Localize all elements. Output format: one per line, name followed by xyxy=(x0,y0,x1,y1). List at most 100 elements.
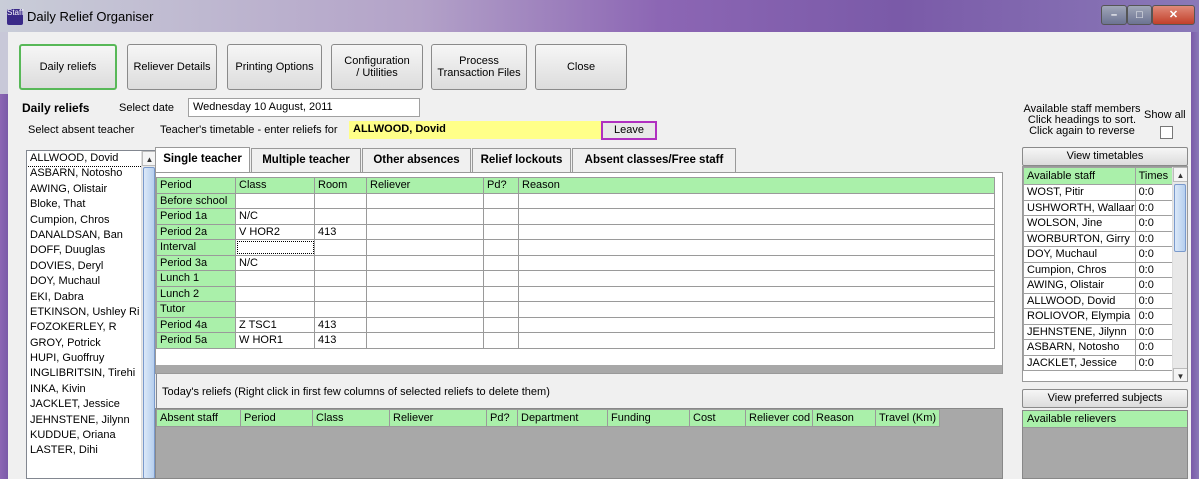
staff-times-cell[interactable]: 0:0 xyxy=(1134,246,1177,263)
room-cell[interactable]: 413 xyxy=(314,316,367,333)
staff-name-cell[interactable]: USHWORTH, Wallaar xyxy=(1023,199,1136,216)
staff-name-cell[interactable]: Cumpion, Chros xyxy=(1023,261,1136,278)
table-row[interactable]: WOST, Pitir 0:0 xyxy=(1023,184,1177,201)
col-travel[interactable]: Travel (Km) xyxy=(875,409,940,427)
list-item[interactable]: ETKINSON, Ushley Ri xyxy=(27,305,156,320)
staff-name-cell[interactable]: WORBURTON, Girry xyxy=(1023,230,1136,247)
reason-cell[interactable] xyxy=(518,301,995,318)
table-row[interactable]: Before school xyxy=(156,192,995,209)
col-header-period[interactable]: Period xyxy=(156,177,236,194)
room-cell[interactable] xyxy=(314,192,367,209)
table-row[interactable]: Period 1a N/C xyxy=(156,208,995,225)
table-row[interactable]: Period 4a Z TSC1 413 xyxy=(156,316,995,333)
staff-times-cell[interactable]: 0:0 xyxy=(1134,261,1177,278)
table-row[interactable]: Period 3a N/C xyxy=(156,254,995,271)
room-cell[interactable] xyxy=(314,270,367,287)
col-header-class[interactable]: Class xyxy=(235,177,315,194)
reliever-cell[interactable] xyxy=(366,270,484,287)
close-button[interactable]: Close xyxy=(535,44,627,90)
col-header-reason[interactable]: Reason xyxy=(518,177,995,194)
col-available-staff[interactable]: Available staff xyxy=(1023,167,1136,185)
staff-times-cell[interactable]: 0:0 xyxy=(1134,323,1177,340)
list-item[interactable]: DANALDSAN, Ban xyxy=(27,228,156,243)
table-row[interactable]: WORBURTON, Girry 0:0 xyxy=(1023,230,1177,247)
pd-cell[interactable] xyxy=(483,270,519,287)
col-cost[interactable]: Cost xyxy=(689,409,746,427)
reason-cell[interactable] xyxy=(518,270,995,287)
staff-name-cell[interactable]: WOST, Pitir xyxy=(1023,184,1136,201)
available-relievers-grid[interactable]: Available relievers xyxy=(1022,410,1188,479)
list-item[interactable]: INGLIBRITSIN, Tirehi xyxy=(27,366,156,381)
col-absent-staff[interactable]: Absent staff xyxy=(156,409,241,427)
tab-single-teacher[interactable]: Single teacher xyxy=(155,147,250,173)
process-transaction-files-button[interactable]: Process Transaction Files xyxy=(431,44,527,90)
table-row[interactable]: Period 5a W HOR1 413 xyxy=(156,332,995,349)
pd-cell[interactable] xyxy=(483,208,519,225)
period-cell[interactable]: Lunch 1 xyxy=(156,270,236,287)
tab-other-absences[interactable]: Other absences xyxy=(362,148,471,172)
table-row[interactable]: Interval xyxy=(156,239,995,256)
date-field[interactable]: Wednesday 10 August, 2011 xyxy=(188,98,420,117)
pd-cell[interactable] xyxy=(483,301,519,318)
list-item[interactable]: HUPI, Guoffruy xyxy=(27,351,156,366)
absent-list-scrollbar[interactable]: ▲ xyxy=(141,151,156,478)
period-cell[interactable]: Interval xyxy=(156,239,236,256)
scroll-down-icon[interactable]: ▼ xyxy=(1173,368,1187,381)
room-cell[interactable] xyxy=(314,285,367,302)
table-row[interactable]: Period 2a V HOR2 413 xyxy=(156,223,995,240)
tab-absent-classes[interactable]: Absent classes/Free staff xyxy=(572,148,736,172)
table-row[interactable]: DOY, Muchaul 0:0 xyxy=(1023,246,1177,263)
staff-name-cell[interactable]: WOLSON, Jine xyxy=(1023,215,1136,232)
staff-times-cell[interactable]: 0:0 xyxy=(1134,277,1177,294)
col-reliever-code[interactable]: Reliever cod xyxy=(745,409,813,427)
staff-times-cell[interactable]: 0:0 xyxy=(1134,308,1177,325)
col-header-reliever[interactable]: Reliever xyxy=(366,177,484,194)
list-item[interactable]: JACKLET, Jessice xyxy=(27,397,156,412)
room-cell[interactable] xyxy=(314,208,367,225)
list-item[interactable]: LASTER, Dihi xyxy=(27,443,156,458)
staff-times-cell[interactable]: 0:0 xyxy=(1134,184,1177,201)
staff-times-cell[interactable]: 0:0 xyxy=(1134,339,1177,356)
reliever-cell[interactable] xyxy=(366,254,484,271)
col-reason[interactable]: Reason xyxy=(812,409,876,427)
col-header-pd[interactable]: Pd? xyxy=(483,177,519,194)
class-cell[interactable]: V HOR2 xyxy=(235,223,315,240)
available-staff-grid[interactable]: Available staff Times WOST, Pitir 0:0 USHW… xyxy=(1022,166,1188,382)
table-row[interactable]: USHWORTH, Wallaar 0:0 xyxy=(1023,199,1177,216)
table-row[interactable]: WOLSON, Jine 0:0 xyxy=(1023,215,1177,232)
tab-relief-lockouts[interactable]: Relief lockouts xyxy=(472,148,571,172)
reliever-cell[interactable] xyxy=(366,223,484,240)
reliever-cell[interactable] xyxy=(366,285,484,302)
class-cell[interactable] xyxy=(235,285,315,302)
reason-cell[interactable] xyxy=(518,285,995,302)
close-window-button[interactable]: ✕ xyxy=(1152,5,1195,25)
col-class[interactable]: Class xyxy=(312,409,390,427)
tab-multiple-teacher[interactable]: Multiple teacher xyxy=(251,148,361,172)
table-row[interactable]: ROLIOVOR, Elympia 0:0 xyxy=(1023,308,1177,325)
reliever-cell[interactable] xyxy=(366,192,484,209)
list-item[interactable]: AWING, Olistair xyxy=(27,182,156,197)
todays-reliefs-grid[interactable]: Absent staff Period Class Reliever Pd? D… xyxy=(155,408,1003,479)
col-times[interactable]: Times xyxy=(1134,167,1177,185)
col-funding[interactable]: Funding xyxy=(607,409,690,427)
staff-times-cell[interactable]: 0:0 xyxy=(1134,230,1177,247)
col-period[interactable]: Period xyxy=(240,409,313,427)
table-row[interactable]: Tutor xyxy=(156,301,995,318)
scroll-up-icon[interactable]: ▲ xyxy=(1173,167,1187,182)
col-reliever[interactable]: Reliever xyxy=(389,409,487,427)
view-preferred-subjects-button[interactable]: View preferred subjects xyxy=(1022,389,1188,408)
staff-name-cell[interactable]: ROLIOVOR, Elympia xyxy=(1023,308,1136,325)
reason-cell[interactable] xyxy=(518,332,995,349)
list-item[interactable]: INKA, Kivin xyxy=(27,382,156,397)
pd-cell[interactable] xyxy=(483,332,519,349)
reason-cell[interactable] xyxy=(518,254,995,271)
configuration-utilities-button[interactable]: Configuration / Utilities xyxy=(331,44,423,90)
printing-options-button[interactable]: Printing Options xyxy=(227,44,322,90)
table-row[interactable]: Lunch 1 xyxy=(156,270,995,287)
list-item[interactable]: FOZOKERLEY, R xyxy=(27,320,156,335)
pd-cell[interactable] xyxy=(483,192,519,209)
reason-cell[interactable] xyxy=(518,316,995,333)
class-cell[interactable]: W HOR1 xyxy=(235,332,315,349)
class-cell[interactable]: N/C xyxy=(235,254,315,271)
reliever-details-button[interactable]: Reliever Details xyxy=(127,44,217,90)
